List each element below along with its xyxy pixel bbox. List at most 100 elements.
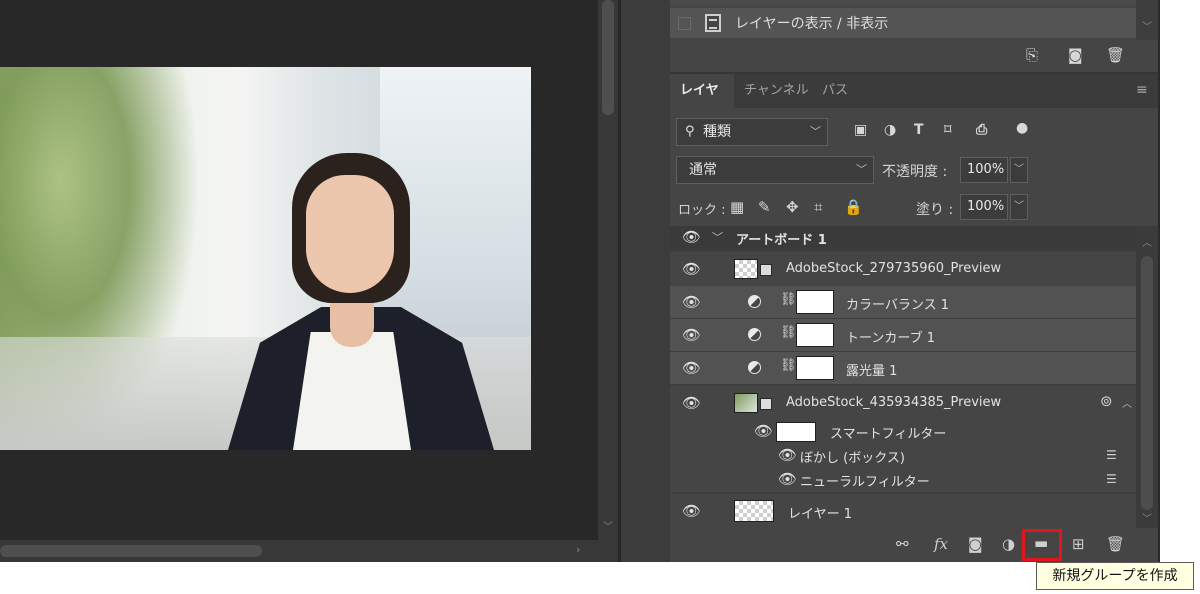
chevron-down-icon[interactable]: ﹀ xyxy=(600,518,616,533)
eye-icon[interactable]: 👁 xyxy=(778,446,797,464)
chevron-right-icon[interactable]: › xyxy=(576,543,580,556)
history-actions: ⎘ ◙ 🗑 xyxy=(670,40,1158,72)
adjustment-layer-icon[interactable]: ◑ xyxy=(1002,535,1015,553)
layer-row[interactable]: 👁 ⛓ 露光量 1 xyxy=(670,352,1136,384)
fill-input[interactable]: 100% xyxy=(960,194,1008,220)
layer-row-artboard[interactable]: 👁 ﹀ アートボード 1 xyxy=(670,226,1136,250)
lock-row: ロック : ▦ ✎ ✥ ⌗ 🔒 塗り : 100% ﹀ xyxy=(670,193,1158,223)
panel-menu-icon[interactable]: ≡ xyxy=(1136,82,1148,98)
scroll-thumb[interactable] xyxy=(602,0,614,115)
layer-thumbnail xyxy=(734,393,758,413)
filter-type-icon[interactable]: T xyxy=(914,122,924,138)
lock-position-icon[interactable]: ✥ xyxy=(786,198,799,216)
filter-smart-object-icon[interactable]: ⎙ xyxy=(976,122,987,138)
filter-name: ぼかし (ボックス) xyxy=(800,451,905,466)
smart-filter-mask-thumbnail[interactable] xyxy=(776,422,816,442)
filter-row[interactable]: 👁 ぼかし (ボックス) ☰ xyxy=(670,444,1136,468)
chevron-down-icon[interactable]: ﹀ xyxy=(1010,194,1028,220)
filter-shape-icon[interactable]: ⌑ xyxy=(944,122,952,138)
filter-pixel-icon[interactable]: ▣ xyxy=(854,122,867,138)
chevron-up-icon[interactable]: ︿ xyxy=(1122,395,1132,410)
layer-name: トーンカーブ 1 xyxy=(846,331,935,346)
layer-row[interactable]: 👁 AdobeStock_279735960_Preview xyxy=(670,252,1136,286)
lock-artboard-icon[interactable]: ⌗ xyxy=(814,198,822,216)
eye-icon[interactable]: 👁 xyxy=(682,394,701,412)
blend-mode-value: 通常 xyxy=(689,162,717,178)
filter-adjustment-icon[interactable]: ◑ xyxy=(884,122,896,138)
filter-row[interactable]: 👁 ニューラルフィルター ☰ xyxy=(670,468,1136,492)
layer-row[interactable]: 👁 AdobeStock_435934385_Preview ⊚ ︿ xyxy=(670,386,1136,420)
filter-toggle-icon[interactable]: ● xyxy=(1016,120,1028,136)
layer-name: カラーバランス 1 xyxy=(846,298,950,313)
scroll-thumb[interactable] xyxy=(1141,256,1153,510)
fx-icon[interactable]: fx xyxy=(934,535,948,553)
smart-filter-row[interactable]: 👁 スマートフィルター xyxy=(670,420,1136,444)
camera-icon[interactable]: ◙ xyxy=(1068,46,1083,64)
layers-list: 👁 ﹀ アートボード 1 👁 AdobeStock_279735960_Prev… xyxy=(670,226,1136,528)
opacity-label: 不透明度 : xyxy=(882,164,948,180)
tab-channels[interactable]: チャンネル xyxy=(734,74,819,108)
history-step-row[interactable]: レイヤーの表示 / 非表示 xyxy=(670,8,1136,38)
chevron-down-icon: ﹀ xyxy=(856,163,867,176)
filter-blending-options-icon[interactable]: ☰ xyxy=(1106,448,1117,462)
layer-row[interactable]: 👁 レイヤー 1 xyxy=(670,494,1136,528)
new-group-button-highlight[interactable] xyxy=(1022,529,1062,561)
adjustment-layer-icon xyxy=(748,361,761,374)
layer-name: レイヤー 1 xyxy=(788,507,853,522)
lock-image-pixels-icon[interactable]: ✎ xyxy=(758,198,771,216)
history-snapshot-checkbox[interactable] xyxy=(678,16,691,30)
filter-name: ニューラルフィルター xyxy=(800,475,930,490)
filter-kind-select[interactable]: ⚲ 種類 ﹀ xyxy=(676,118,828,146)
layer-row[interactable]: 👁 ⛓ カラーバランス 1 xyxy=(670,286,1136,318)
smart-filter-toggle-icon[interactable]: ⊚ xyxy=(1100,392,1113,410)
chevron-down-icon[interactable]: ﹀ xyxy=(1142,510,1152,525)
layers-panel: レイヤーの表示 / 非表示 ﹀ ⎘ ◙ 🗑 レイヤー チャンネル パス ≡ ⚲ … xyxy=(670,0,1158,562)
history-scrollbar[interactable]: ﹀ xyxy=(1136,0,1158,40)
panel-edge xyxy=(1158,0,1160,562)
eye-icon[interactable]: 👁 xyxy=(682,293,701,311)
link-icon[interactable]: ⛓ xyxy=(780,325,797,340)
new-document-from-state-icon[interactable]: ⎘ xyxy=(1026,46,1038,64)
artboard-photo xyxy=(0,67,531,450)
canvas-vertical-scrollbar[interactable]: ﹀ xyxy=(598,0,618,540)
trash-icon[interactable]: 🗑 xyxy=(1106,46,1125,64)
adjustment-layer-icon xyxy=(748,328,761,341)
smart-object-icon xyxy=(760,398,772,410)
eye-icon[interactable]: 👁 xyxy=(682,502,701,520)
link-icon[interactable]: ⛓ xyxy=(780,292,797,307)
tab-paths[interactable]: パス xyxy=(812,74,858,108)
canvas-horizontal-scrollbar[interactable]: › xyxy=(0,540,598,562)
link-icon[interactable]: ⛓ xyxy=(780,358,797,373)
panel-tabs: レイヤー チャンネル パス ≡ xyxy=(670,74,1158,132)
new-layer-icon[interactable]: ⊞ xyxy=(1072,535,1085,553)
layers-scrollbar[interactable]: ︿ ﹀ xyxy=(1136,226,1158,528)
layer-row[interactable]: 👁 ⛓ トーンカーブ 1 xyxy=(670,319,1136,351)
chevron-down-icon[interactable]: ﹀ xyxy=(1142,18,1152,33)
eye-icon[interactable]: 👁 xyxy=(778,470,797,488)
lock-all-icon[interactable]: 🔒 xyxy=(844,198,863,216)
chevron-down-icon[interactable]: ﹀ xyxy=(1010,157,1028,183)
panel-gutter xyxy=(618,0,670,562)
trash-icon[interactable]: 🗑 xyxy=(1106,535,1125,553)
chevron-down-icon[interactable]: ﹀ xyxy=(712,229,723,245)
layer-mask-thumbnail[interactable] xyxy=(796,290,834,314)
lock-transparent-pixels-icon[interactable]: ▦ xyxy=(730,198,744,216)
tab-layers[interactable]: レイヤー xyxy=(670,74,734,132)
document-canvas[interactable] xyxy=(0,0,598,540)
chevron-up-icon[interactable]: ︿ xyxy=(1142,234,1152,249)
scroll-thumb[interactable] xyxy=(0,545,262,557)
eye-icon[interactable]: 👁 xyxy=(682,260,701,278)
blend-mode-select[interactable]: 通常 ﹀ xyxy=(676,156,874,184)
layer-mask-thumbnail[interactable] xyxy=(796,323,834,347)
layer-name: 露光量 1 xyxy=(846,364,898,379)
eye-icon[interactable]: 👁 xyxy=(682,326,701,344)
eye-icon[interactable]: 👁 xyxy=(682,359,701,377)
eye-icon[interactable]: 👁 xyxy=(754,422,773,440)
link-layers-icon[interactable]: ⚯ xyxy=(896,535,909,553)
eye-icon[interactable]: 👁 xyxy=(682,228,701,246)
lock-label: ロック : xyxy=(678,203,726,218)
add-mask-icon[interactable]: ◙ xyxy=(968,535,983,553)
opacity-input[interactable]: 100% xyxy=(960,157,1008,183)
filter-blending-options-icon[interactable]: ☰ xyxy=(1106,472,1117,486)
layer-mask-thumbnail[interactable] xyxy=(796,356,834,380)
